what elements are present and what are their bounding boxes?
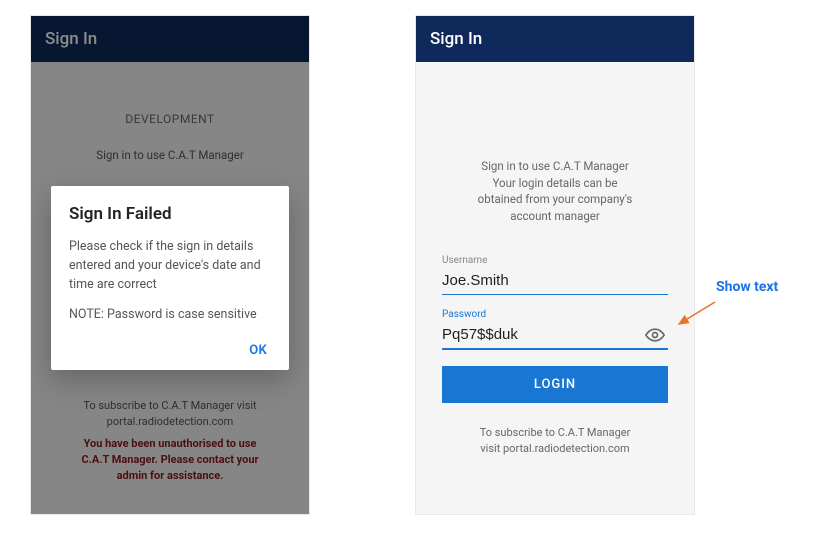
dialog-body-line1: Please check if the sign in details ente…	[69, 238, 271, 294]
eye-icon	[645, 325, 665, 345]
annotation-show-text: Show text	[716, 279, 778, 295]
intro-line1: Sign in to use C.A.T Manager	[481, 159, 628, 173]
dialog-title: Sign In Failed	[69, 204, 271, 224]
password-label: Password	[442, 309, 668, 320]
intro-line3: obtained from your company's	[478, 192, 633, 206]
sub-line1: To subscribe to C.A.T Manager	[480, 426, 631, 439]
intro-text: Sign in to use C.A.T Manager Your login …	[442, 158, 668, 225]
dialog-body-line2: NOTE: Password is case sensitive	[69, 306, 271, 325]
password-field-block: Password	[442, 309, 668, 350]
intro-line2: Your login details can be	[492, 176, 617, 190]
login-form: Sign in to use C.A.T Manager Your login …	[416, 62, 694, 457]
subscribe-text: To subscribe to C.A.T Manager visit port…	[442, 425, 668, 457]
login-button[interactable]: LOGIN	[442, 366, 668, 403]
signin-failed-dialog: Sign In Failed Please check if the sign …	[51, 186, 289, 370]
dialog-ok-button[interactable]: OK	[69, 337, 271, 360]
username-field-block: Username	[442, 255, 668, 295]
password-input[interactable]	[442, 322, 642, 348]
toggle-password-visibility[interactable]	[642, 322, 668, 348]
sub-line2: visit portal.radiodetection.com	[480, 442, 629, 455]
phone-right: Sign In Sign in to use C.A.T Manager You…	[415, 15, 695, 515]
intro-line4: account manager	[510, 209, 600, 223]
username-input[interactable]	[442, 268, 668, 295]
header-title: Sign In	[430, 29, 482, 49]
phone-left: Sign In DEVELOPMENT Sign in to use C.A.T…	[30, 15, 310, 515]
app-header: Sign In	[416, 16, 694, 62]
username-label: Username	[442, 255, 668, 266]
dialog-body: Please check if the sign in details ente…	[69, 238, 271, 325]
